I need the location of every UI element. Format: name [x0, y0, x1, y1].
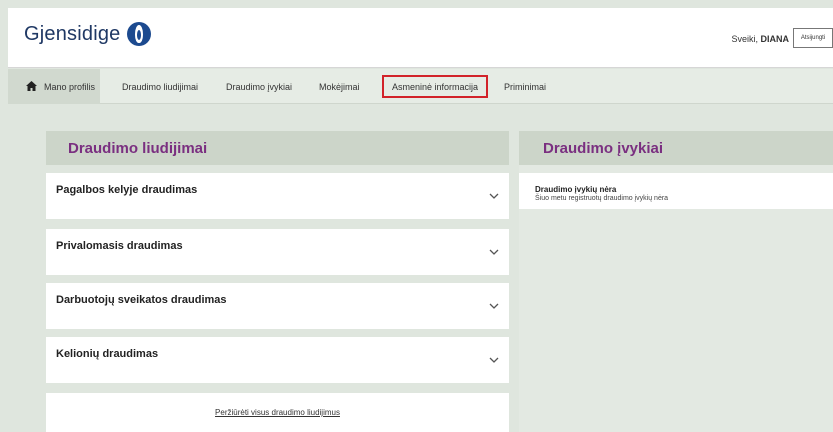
nav-item-label: Draudimo liudijimai [122, 81, 199, 92]
logout-button[interactable]: Atsijungti [793, 28, 833, 48]
policy-card-darbuotoju-sveikatos[interactable]: Darbuotojų sveikatos draudimas [46, 283, 509, 329]
policy-card-pagalbos-kelyje[interactable]: Pagalbos kelyje draudimas [46, 173, 509, 219]
greeting-prefix: Sveiki, [731, 34, 758, 44]
home-icon [26, 81, 37, 91]
chevron-down-icon[interactable] [489, 248, 499, 256]
logo-icon [126, 22, 151, 46]
header: Gjensidige Sveiki, DIANA Atsijungti [8, 8, 833, 68]
claims-empty-subtitle: Šiuo metu registruotų draudimo įvykių nė… [535, 195, 669, 202]
chevron-down-icon[interactable] [489, 356, 499, 364]
view-all-policies-link[interactable]: Peržiūrėti visus draudimo liudijimus [215, 408, 340, 417]
chevron-down-icon[interactable] [489, 302, 499, 310]
nav-item-label: Draudimo įvykiai [226, 81, 293, 92]
nav-item-mokejimai[interactable]: Mokėjimai [319, 69, 360, 104]
policy-card-title: Pagalbos kelyje draudimas [56, 184, 198, 196]
policy-card-privalomasis[interactable]: Privalomasis draudimas [46, 229, 509, 275]
nav-item-asmenine-informacija[interactable]: Asmeninė informacija [382, 75, 489, 98]
claims-panel: Draudimo įvykiai Draudimo įvykių nėra Ši… [519, 131, 833, 432]
page: Gjensidige Sveiki, DIANA Atsijungti Mano… [8, 8, 833, 432]
nav-item-draudimo-ivykiai[interactable]: Draudimo įvykiai [226, 69, 292, 104]
view-all-row: Peržiūrėti visus draudimo liudijimus [46, 393, 509, 432]
nav-item-label: Priminimai [504, 81, 547, 92]
nav-item-label: Asmeninė informacija [392, 81, 479, 92]
nav-item-mano-profilis[interactable]: Mano profilis [8, 69, 100, 104]
policy-card-title: Privalomasis draudimas [56, 240, 183, 252]
claims-panel-title: Draudimo įvykiai [519, 131, 833, 165]
claims-empty-title: Draudimo įvykių nėra [535, 185, 617, 194]
policies-panel-title: Draudimo liudijimai [46, 131, 509, 165]
nav-item-label: Mano profilis [44, 81, 96, 92]
greeting: Sveiki, DIANA [731, 34, 789, 44]
claims-empty-state: Draudimo įvykių nėra Šiuo metu registruo… [519, 173, 833, 209]
main-nav: Mano profilis Draudimo liudijimai Draudi… [8, 69, 833, 104]
logo-text: Gjensidige [24, 22, 121, 45]
policy-card-title: Darbuotojų sveikatos draudimas [56, 294, 227, 306]
nav-item-draudimo-liudijimai[interactable]: Draudimo liudijimai [122, 69, 198, 104]
policy-card-kelioniu[interactable]: Kelionių draudimas [46, 337, 509, 383]
policy-card-title: Kelionių draudimas [56, 348, 159, 360]
nav-item-label: Mokėjimai [319, 81, 360, 92]
chevron-down-icon[interactable] [489, 192, 499, 200]
page-frame: Gjensidige Sveiki, DIANA Atsijungti Mano… [0, 0, 833, 432]
logo[interactable]: Gjensidige [24, 22, 151, 46]
user-name: DIANA [760, 34, 790, 44]
policies-panel: Draudimo liudijimai Pagalbos kelyje drau… [46, 131, 509, 432]
nav-item-priminimai[interactable]: Priminimai [504, 69, 546, 104]
